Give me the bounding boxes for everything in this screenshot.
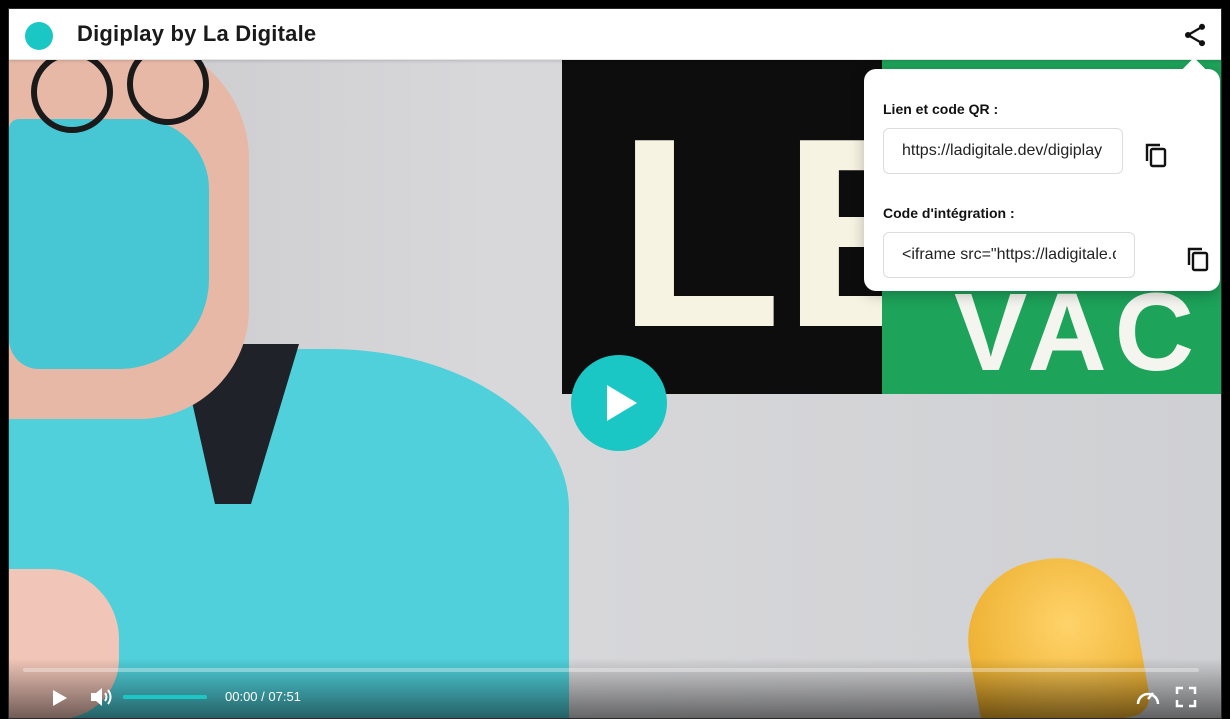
volume-button[interactable] — [89, 686, 115, 708]
progress-bar[interactable] — [23, 668, 1199, 672]
share-icon — [1184, 23, 1206, 47]
volume-slider[interactable] — [123, 695, 207, 699]
volume-icon — [91, 688, 112, 706]
logo-icon — [25, 22, 53, 50]
share-button[interactable] — [1181, 21, 1209, 49]
speed-button[interactable] — [1135, 686, 1161, 708]
app-header: Digiplay by La Digitale — [9, 9, 1221, 60]
embed-label: Code d'intégration : — [883, 205, 1015, 221]
copy-icon — [1187, 247, 1209, 272]
big-play-button[interactable] — [571, 355, 667, 451]
copy-embed-button[interactable] — [1186, 246, 1210, 272]
volume-fill — [123, 695, 207, 699]
speed-icon — [1136, 692, 1160, 705]
person-mask — [9, 119, 209, 369]
app-title: Digiplay by La Digitale — [77, 21, 317, 46]
play-icon — [53, 690, 67, 706]
copy-icon — [1145, 143, 1167, 168]
fullscreen-button[interactable] — [1175, 686, 1197, 708]
fullscreen-icon — [1175, 686, 1197, 708]
link-field[interactable] — [883, 128, 1123, 174]
embed-field[interactable] — [883, 232, 1135, 278]
copy-link-button[interactable] — [1144, 142, 1168, 168]
time-display: 00:00 / 07:51 — [225, 689, 301, 704]
sign-black-panel: LE — [562, 59, 962, 394]
play-button[interactable] — [49, 688, 69, 708]
share-panel: Lien et code QR : Code d'intégration : — [864, 57, 1220, 291]
player-controls: 00:00 / 07:51 — [9, 658, 1221, 718]
link-label: Lien et code QR : — [883, 101, 999, 117]
play-icon — [607, 385, 637, 421]
